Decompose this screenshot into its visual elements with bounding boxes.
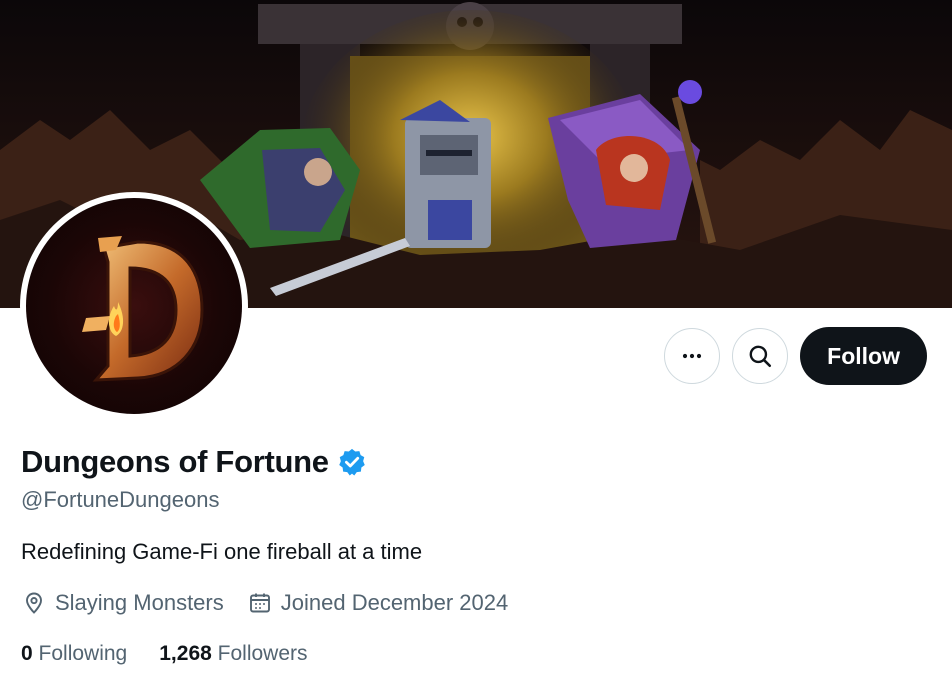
joined-text: Joined December 2024	[280, 590, 509, 615]
more-button[interactable]	[664, 328, 721, 384]
search-icon	[749, 345, 772, 368]
display-name: Dungeons of Fortune	[21, 444, 329, 479]
followers-count: 1,268	[159, 642, 212, 665]
search-button[interactable]	[732, 328, 789, 384]
joined-item: Joined December 2024	[248, 590, 508, 616]
profile-handle: @FortuneDungeons	[21, 487, 220, 512]
location-text: Slaying Monsters	[55, 590, 224, 615]
following-count: 0	[21, 642, 33, 665]
following-link[interactable]: 0 Following	[21, 642, 127, 666]
calendar-icon	[249, 593, 270, 613]
avatar[interactable]	[20, 192, 248, 420]
profile-actions: Follow	[664, 327, 927, 385]
followers-label: Followers	[217, 642, 308, 665]
profile-stats: 0 Following 1,268 Followers	[21, 642, 340, 666]
followers-link[interactable]: 1,268 Followers	[159, 642, 307, 666]
verified-badge-icon[interactable]	[337, 447, 367, 477]
dungeon-d-logo	[82, 236, 204, 382]
profile-name-row: Dungeons of Fortune	[21, 444, 367, 480]
avatar-image	[26, 198, 242, 414]
more-icon	[683, 353, 702, 359]
profile-meta: Slaying Monsters Joined December 2024	[22, 590, 532, 616]
location-item: Slaying Monsters	[22, 590, 224, 616]
follow-button[interactable]: Follow	[800, 327, 927, 385]
profile-bio: Redefining Game-Fi one fireball at a tim…	[21, 539, 423, 564]
location-pin-icon	[26, 592, 42, 614]
following-label: Following	[38, 642, 128, 665]
